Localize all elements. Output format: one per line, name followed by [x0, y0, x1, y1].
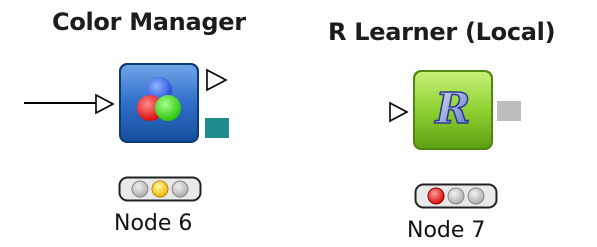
- node-title: R Learner (Local): [328, 18, 556, 46]
- r-logo-icon[interactable]: R: [410, 67, 502, 157]
- node-label[interactable]: Node 7: [407, 218, 485, 243]
- output-data-port[interactable]: [205, 68, 229, 92]
- status-traffic-light: [118, 176, 202, 202]
- connection-line[interactable]: [24, 95, 102, 111]
- output-model-port[interactable]: [205, 118, 229, 138]
- status-traffic-light: [414, 183, 498, 209]
- node-label[interactable]: Node 6: [114, 211, 192, 236]
- node-title: Color Manager: [52, 8, 246, 36]
- input-data-port[interactable]: [388, 101, 410, 123]
- output-model-port[interactable]: [497, 101, 521, 121]
- color-manager-icon[interactable]: [116, 60, 208, 150]
- svg-text:R: R: [435, 84, 471, 133]
- input-data-port[interactable]: [94, 93, 116, 115]
